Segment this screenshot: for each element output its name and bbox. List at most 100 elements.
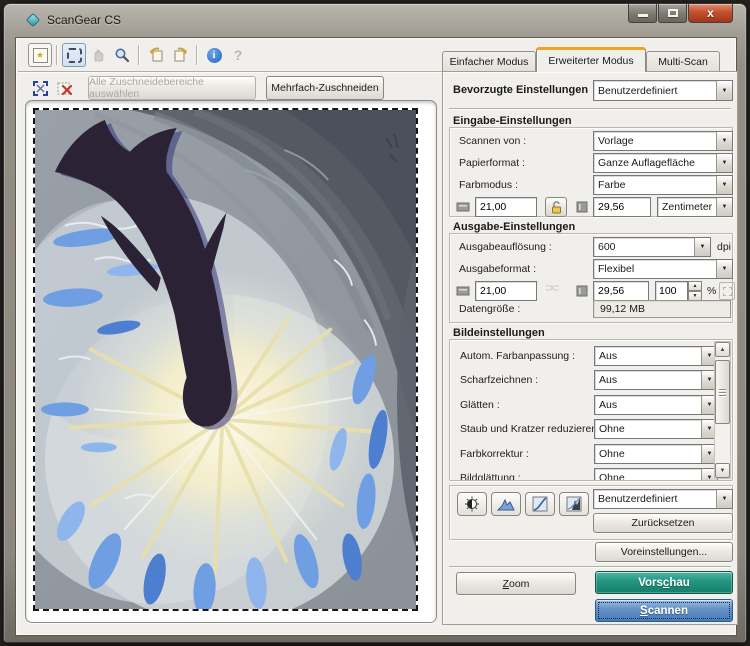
delete-crop-button[interactable] (52, 76, 76, 100)
chevron-down-icon: ▼ (716, 154, 732, 172)
rotate-left-button[interactable] (144, 43, 168, 67)
crop-frame-icon (32, 80, 48, 96)
crop-toolbar: Alle Zuschneidebereiche auswählen Mehrfa… (28, 75, 384, 101)
zoom-tool-button[interactable] (110, 43, 134, 67)
output-settings-header: Ausgabe-Einstellungen (453, 221, 576, 233)
output-height-field[interactable] (593, 281, 649, 301)
output-resolution-select[interactable]: 600 ▼ (593, 237, 711, 257)
grain-correction-select[interactable]: Ohne ▼ (594, 468, 718, 480)
threshold-curve-icon (566, 496, 582, 512)
color-mode-select[interactable]: Farbe ▼ (593, 175, 733, 195)
app-icon (25, 12, 41, 28)
image-settings-header: Bildeinstellungen (453, 327, 545, 339)
reset-button[interactable]: Zurücksetzen (593, 513, 733, 533)
paper-size-label: Papierformat : (459, 157, 525, 169)
magnifier-icon (115, 48, 130, 63)
fading-correction-select[interactable]: Ohne ▼ (594, 444, 718, 464)
scan-source-select[interactable]: Vorlage ▼ (593, 131, 733, 151)
scale-spinner[interactable]: ▲ ▼ (655, 281, 702, 301)
toolbar-separator (196, 45, 198, 65)
window-title: ScanGear CS (47, 13, 122, 27)
unsharp-mask-select[interactable]: Aus ▼ (594, 370, 718, 390)
scale-field[interactable] (655, 281, 688, 301)
minimize-icon (638, 14, 648, 17)
width-icon (456, 202, 470, 212)
advanced-mode-page: Bevorzugte Einstellungen Benutzerdefinie… (442, 71, 738, 625)
app-window: ScanGear CS x ★ i ? Alle Zuschneideberei… (3, 3, 747, 643)
info-button[interactable]: i (202, 43, 226, 67)
chevron-down-icon: ▼ (716, 198, 732, 216)
multi-crop-button[interactable]: Mehrfach-Zuschneiden (266, 76, 384, 100)
tone-preset-select[interactable]: Benutzerdefiniert ▼ (593, 489, 733, 509)
dialog-client-area: ★ i ? Alle Zuschneidebereiche auswählen … (15, 37, 738, 636)
preferences-button[interactable]: Voreinstellungen... (595, 542, 733, 562)
padlock-icon (551, 200, 561, 213)
chevron-down-icon: ▼ (716, 132, 732, 150)
tab-erweiterter-modus[interactable]: Erweiterter Modus (536, 47, 646, 72)
brightness-contrast-button[interactable] (457, 492, 487, 516)
scan-button[interactable]: Scannen (595, 599, 733, 622)
output-width-field[interactable] (475, 281, 537, 301)
tone-curve-button[interactable] (525, 492, 555, 516)
input-width-field[interactable] (475, 197, 537, 217)
crop-size-button[interactable] (719, 282, 735, 300)
toolbar-divider (18, 71, 442, 73)
chevron-down-icon: ▼ (716, 490, 732, 508)
input-settings-header: Eingabe-Einstellungen (453, 115, 572, 127)
preview-panel (25, 100, 437, 623)
width-icon (456, 286, 470, 296)
help-button[interactable]: ? (226, 43, 250, 67)
height-icon (576, 285, 588, 297)
minimize-button[interactable] (628, 4, 657, 23)
scroll-up-icon[interactable]: ▲ (715, 342, 730, 357)
divider (449, 566, 731, 568)
favorites-select[interactable]: Benutzerdefiniert ▼ (593, 80, 733, 101)
preview-button[interactable]: Vors c hau (595, 571, 733, 594)
dust-scratch-select[interactable]: Ohne ▼ (594, 419, 718, 439)
histogram-button[interactable] (491, 492, 521, 516)
input-height-field[interactable] (593, 197, 651, 217)
unit-select[interactable]: Zentimeter ▼ (657, 197, 733, 217)
fading-correction-label: Farbkorrektur : (460, 448, 529, 460)
rotate-right-button[interactable] (168, 43, 192, 67)
chevron-down-icon: ▼ (716, 176, 732, 194)
output-format-select[interactable]: Flexibel ▼ (593, 259, 733, 279)
tone-curve-icon (532, 496, 548, 512)
link-dimensions-icon: ⊃⊂ (545, 283, 560, 294)
histogram-icon (497, 498, 515, 511)
divider (449, 108, 731, 110)
unsharp-mask-label: Scharfzeichnen : (460, 374, 539, 386)
final-review-button[interactable] (559, 492, 589, 516)
descreen-select[interactable]: Aus ▼ (594, 395, 718, 415)
close-button[interactable]: x (688, 4, 733, 23)
rotate-left-icon (149, 47, 162, 62)
preview-canvas[interactable] (33, 108, 418, 611)
auto-tone-label: Autom. Farbanpassung : (460, 350, 575, 362)
grain-correction-label: Bildglättung : (460, 472, 521, 481)
aspect-lock-button[interactable] (545, 197, 567, 217)
spin-up-icon[interactable]: ▲ (688, 281, 702, 291)
image-settings-scrollbar[interactable]: ▲ ▼ (714, 341, 731, 479)
rotate-right-icon (174, 47, 187, 62)
tab-multi-scan[interactable]: Multi-Scan (646, 51, 720, 72)
scanned-artwork (35, 110, 416, 609)
zoom-button[interactable]: Zoom (456, 572, 576, 595)
scroll-down-icon[interactable]: ▼ (715, 463, 730, 478)
toolbar: ★ i ? (28, 42, 250, 68)
maximize-button[interactable] (658, 4, 687, 23)
toolbar-separator (138, 45, 140, 65)
thumbnail-view-button[interactable]: ★ (28, 43, 52, 67)
crop-tool-button[interactable] (62, 43, 86, 67)
select-all-crops-button[interactable]: Alle Zuschneidebereiche auswählen (88, 76, 256, 100)
chevron-down-icon: ▼ (694, 238, 710, 256)
height-icon (576, 201, 588, 213)
paper-size-select[interactable]: Ganze Auflagefläche ▼ (593, 153, 733, 173)
tab-einfacher-modus[interactable]: Einfacher Modus (442, 51, 536, 72)
data-size-label: Datengröße : (459, 303, 521, 315)
chevron-down-icon: ▼ (716, 81, 732, 100)
move-tool-button[interactable] (86, 43, 110, 67)
auto-tone-select[interactable]: Aus ▼ (594, 346, 718, 366)
scrollbar-thumb[interactable] (715, 360, 730, 424)
help-icon: ? (233, 47, 243, 63)
adjust-crop-button[interactable] (28, 76, 52, 100)
